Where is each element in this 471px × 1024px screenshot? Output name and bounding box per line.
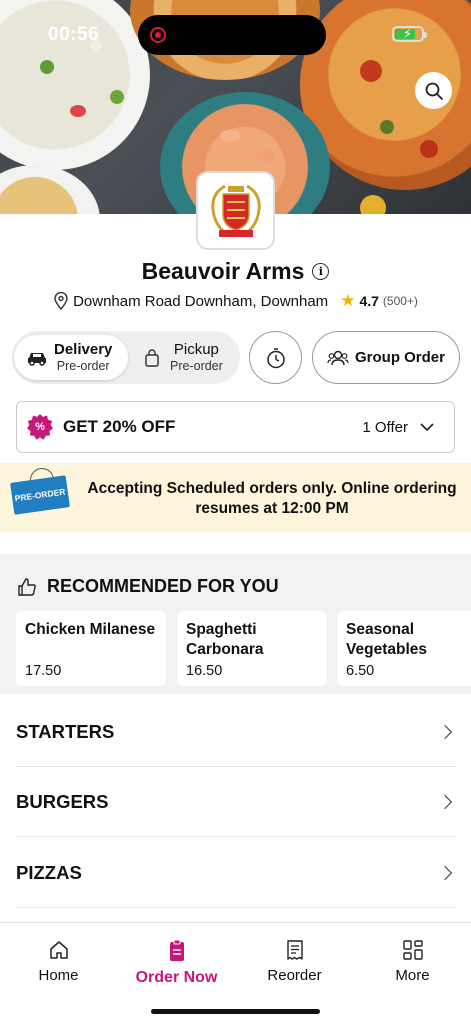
delivery-option[interactable]: Delivery Pre-order: [14, 335, 128, 380]
category-burgers[interactable]: BURGERS: [16, 767, 456, 837]
tab-order-now[interactable]: Order Now: [118, 939, 235, 987]
chevron-down-icon: [420, 422, 434, 431]
order-icon: [169, 939, 184, 961]
category-label: BURGERS: [16, 790, 109, 812]
pickup-option[interactable]: Pickup Pre-order: [130, 335, 244, 380]
status-time: 00:56: [48, 24, 100, 45]
search-button[interactable]: [415, 72, 452, 109]
dynamic-island: [138, 15, 326, 55]
recommended-item[interactable]: Seasonal Vegetables 6.50: [337, 611, 471, 686]
offer-title: GET 20% OFF: [63, 417, 176, 436]
home-icon: [49, 941, 68, 959]
rating-count: (500+): [382, 294, 418, 308]
home-indicator: [151, 1009, 320, 1014]
order-mode-toggle: Delivery Pre-order Pickup Pre-order: [12, 331, 240, 384]
item-name: Seasonal Vegetables: [346, 621, 427, 658]
chevron-right-icon: [437, 865, 453, 880]
restaurant-name: Beauvoir Arms: [141, 258, 305, 284]
star-icon: ★: [340, 291, 356, 310]
item-price: 17.50: [25, 663, 62, 679]
address-row: Downham Road Downham, Downham ★ 4.7 (500…: [0, 291, 471, 311]
shopping-bag-icon: [145, 348, 159, 367]
pickup-sub: Pre-order: [170, 359, 223, 373]
category-label: STARTERS: [16, 720, 115, 742]
category-label: PIZZAS: [16, 861, 82, 883]
recommended-section: RECOMMENDED FOR YOU Chicken Milanese 17.…: [0, 554, 471, 694]
recording-indicator-icon: [150, 27, 166, 43]
recommended-item[interactable]: Spaghetti Carbonara 16.50: [177, 611, 327, 686]
pickup-label: Pickup: [173, 341, 219, 358]
car-icon: [28, 352, 46, 366]
restaurant-logo: [196, 171, 275, 250]
thumbs-up-icon: [18, 577, 36, 596]
item-price: 16.50: [186, 663, 223, 679]
category-starters[interactable]: STARTERS: [16, 697, 456, 767]
tab-label: Reorder: [267, 967, 322, 984]
grid-icon: [402, 940, 423, 960]
location-pin-icon: [54, 292, 68, 310]
delivery-sub: Pre-order: [56, 359, 110, 373]
tab-label: Home: [38, 967, 79, 984]
tab-home[interactable]: Home: [0, 939, 117, 984]
preorder-banner: PRE-ORDER Accepting Scheduled orders onl…: [0, 463, 471, 532]
discount-badge-icon: %: [27, 414, 53, 440]
schedule-button[interactable]: [249, 331, 302, 384]
battery-icon: ⚡: [392, 26, 427, 42]
group-order-button[interactable]: Group Order: [312, 331, 460, 384]
tab-label: Order Now: [135, 969, 218, 986]
item-name: Spaghetti Carbonara: [186, 621, 264, 658]
recommended-heading: RECOMMENDED FOR YOU: [47, 576, 279, 596]
chevron-right-icon: [437, 724, 453, 739]
tab-label: More: [395, 967, 430, 984]
crest-icon: [210, 184, 261, 237]
item-name: Chicken Milanese: [25, 621, 156, 638]
preorder-tag-icon: PRE-ORDER: [10, 475, 70, 515]
recommended-item[interactable]: Chicken Milanese 17.50: [16, 611, 166, 686]
delivery-label: Delivery: [54, 341, 113, 358]
rating-value: 4.7: [359, 293, 379, 309]
tab-reorder[interactable]: Reorder: [236, 939, 353, 984]
search-icon: [425, 82, 443, 100]
restaurant-title: Beauvoir Arms i: [0, 258, 471, 285]
offer-bar[interactable]: % GET 20% OFF 1 Offer: [16, 401, 455, 453]
receipt-icon: [286, 940, 303, 960]
stopwatch-icon: [266, 347, 285, 368]
tab-more[interactable]: More: [354, 939, 471, 984]
group-icon: [327, 350, 349, 365]
banner-text: Accepting Scheduled orders only. Online …: [87, 480, 457, 517]
category-pizzas[interactable]: PIZZAS: [16, 838, 456, 908]
offer-count: 1 Offer: [362, 418, 408, 436]
address-text: Downham Road Downham, Downham: [73, 292, 329, 310]
info-icon[interactable]: i: [312, 263, 330, 280]
chevron-right-icon: [437, 794, 453, 809]
group-order-label: Group Order: [354, 349, 445, 366]
item-price: 6.50: [346, 663, 375, 679]
